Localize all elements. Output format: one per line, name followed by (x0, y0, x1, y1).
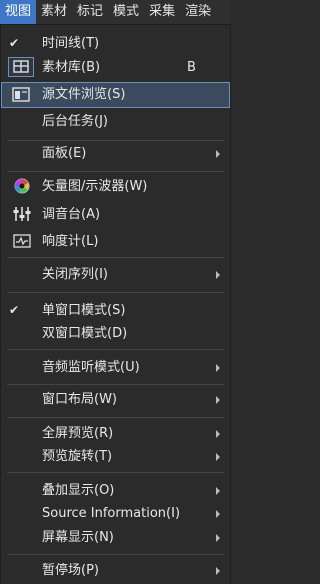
menu-item-label: 音频监听模式(U) (42, 360, 140, 375)
menu-bar: 视图 素材 标记 模式 采集 渲染 (0, 0, 231, 25)
menu-separator (7, 417, 224, 418)
menu-item-label: 时间线(T) (42, 36, 100, 51)
menu-item-dual-window[interactable]: 双窗口模式(D) (1, 321, 230, 347)
menu-item-label: Source Information(I) (42, 506, 181, 521)
checkmark-icon: ✔ (9, 36, 20, 50)
menu-separator (7, 472, 224, 473)
menu-item-label: 屏幕显示(N) (42, 530, 114, 545)
menu-item-window-layout[interactable]: 窗口布局(W) (1, 387, 230, 413)
menu-item-label: 窗口布局(W) (42, 392, 117, 407)
menu-item-timeline[interactable]: ✔ 时间线(T) (1, 31, 230, 57)
menu-separator (7, 171, 224, 172)
menu-item-label: 素材库(B) (42, 60, 101, 75)
menu-item-label: 单窗口模式(S) (42, 303, 126, 318)
menu-item-source-information[interactable]: Source Information(I) (1, 501, 230, 527)
submenu-arrow-icon (216, 510, 220, 518)
submenu-arrow-icon (216, 396, 220, 404)
submenu-arrow-icon (216, 487, 220, 495)
submenu-arrow-icon (216, 150, 220, 158)
menu-item-label: 关闭序列(I) (42, 267, 108, 282)
menu-item-audio-monitor[interactable]: 音频监听模式(U) (1, 355, 230, 381)
submenu-arrow-icon (216, 271, 220, 279)
menu-item-bin[interactable]: 素材库(B) B (1, 55, 230, 81)
menu-item-loudness-meter[interactable]: 响度计(L) (1, 229, 230, 255)
menubar-capture[interactable]: 采集 (144, 0, 180, 24)
menu-item-source-browser[interactable]: 源文件浏览(S) (1, 82, 230, 108)
menu-item-background-tasks[interactable]: 后台任务(J) (1, 109, 230, 135)
menu-separator (7, 349, 224, 350)
submenu-arrow-icon (216, 430, 220, 438)
menubar-clip[interactable]: 素材 (36, 0, 72, 24)
menu-item-label: 面板(E) (42, 146, 87, 161)
menubar-view[interactable]: 视图 (0, 0, 37, 24)
menu-item-vectorscope[interactable]: 矢量图/示波器(W) (1, 174, 230, 200)
menubar-marker[interactable]: 标记 (72, 0, 108, 24)
submenu-arrow-icon (216, 534, 220, 542)
menu-item-preview-rotate[interactable]: 预览旋转(T) (1, 444, 230, 470)
menu-item-label: 矢量图/示波器(W) (42, 179, 148, 194)
menu-item-panels[interactable]: 面板(E) (1, 141, 230, 167)
menubar-render[interactable]: 渲染 (180, 0, 216, 24)
audio-mixer-icon (13, 206, 31, 222)
checkmark-icon: ✔ (9, 303, 20, 317)
bin-icon (8, 57, 34, 77)
view-menu-dropdown: ✔ 时间线(T) 素材库(B) B 源文件浏览(S) 后台任务(J) 面板(E)… (0, 25, 231, 584)
source-browser-icon (12, 87, 30, 103)
menu-separator (7, 384, 224, 385)
menu-item-label: 双窗口模式(D) (42, 326, 128, 341)
menu-item-audio-mixer[interactable]: 调音台(A) (1, 202, 230, 228)
menu-item-label: 响度计(L) (42, 234, 99, 249)
submenu-arrow-icon (216, 453, 220, 461)
menu-item-label: 源文件浏览(S) (42, 87, 126, 102)
menu-item-label: 预览旋转(T) (42, 449, 113, 464)
menubar-mode[interactable]: 模式 (108, 0, 144, 24)
menu-item-label: 调音台(A) (42, 207, 101, 222)
menu-separator (7, 257, 224, 258)
menu-item-close-sequence[interactable]: 关闭序列(I) (1, 262, 230, 288)
vectorscope-icon (14, 178, 32, 194)
menu-separator (7, 554, 224, 555)
menu-item-label: 暂停场(P) (42, 563, 99, 578)
view-menu-screen: 视图 素材 标记 模式 采集 渲染 ✔ 时间线(T) 素材库(B) B 源文件浏… (0, 0, 231, 584)
menu-separator (7, 292, 224, 293)
menu-item-shortcut: B (187, 60, 196, 75)
menu-item-pause-field[interactable]: 暂停场(P) (1, 558, 230, 584)
loudness-meter-icon (13, 234, 31, 250)
menu-item-label: 后台任务(J) (42, 114, 108, 129)
submenu-arrow-icon (216, 567, 220, 575)
menu-item-label: 全屏预览(R) (42, 426, 114, 441)
submenu-arrow-icon (216, 364, 220, 372)
menu-item-label: 叠加显示(O) (42, 483, 115, 498)
menu-item-screen-display[interactable]: 屏幕显示(N) (1, 525, 230, 551)
